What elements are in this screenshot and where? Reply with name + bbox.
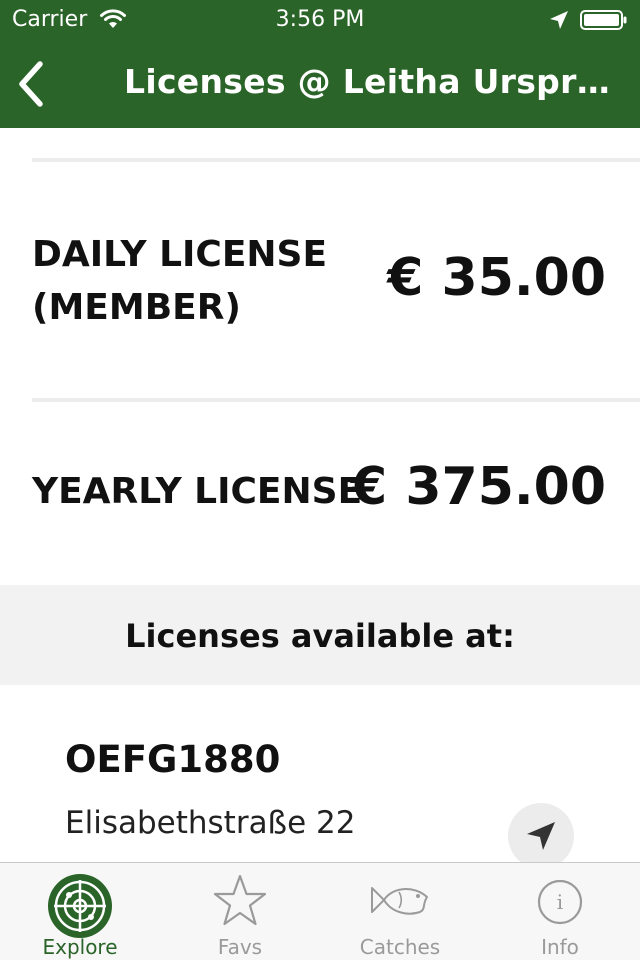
shop-street: Elisabethstraße 22	[65, 805, 356, 841]
license-price: € 35.00	[387, 248, 606, 308]
navigation-arrow-icon	[527, 822, 555, 850]
svg-text:i: i	[557, 890, 563, 914]
tab-catches[interactable]: Catches	[320, 863, 480, 960]
battery-full-icon	[580, 10, 627, 30]
tab-bar: Explore Favs Catches i Info	[0, 862, 640, 960]
tab-info[interactable]: i Info	[480, 863, 640, 960]
location-arrow-icon	[550, 11, 568, 29]
section-title: Licenses available at:	[125, 617, 515, 655]
navigate-button[interactable]	[508, 803, 574, 869]
star-icon	[213, 874, 267, 926]
chevron-left-icon	[19, 61, 43, 107]
section-header: Licenses available at:	[0, 585, 640, 685]
tab-label: Favs	[217, 935, 263, 959]
tab-label: Catches	[359, 935, 441, 959]
license-name: YEARLY LICENSE	[32, 471, 363, 512]
header: Carrier 3:56 PM Licenses @ Leitha Urspru…	[0, 0, 640, 128]
back-button[interactable]	[10, 58, 60, 110]
license-name-line-1: DAILY LICENSE	[32, 234, 328, 275]
license-row-yearly: YEARLY LICENSE € 375.00	[0, 402, 640, 585]
tab-label: Info	[541, 935, 579, 959]
license-name-line-2: (MEMBER)	[32, 287, 241, 328]
radar-icon	[48, 874, 112, 938]
license-name: DAILY LICENSE (MEMBER)	[32, 228, 327, 334]
license-price: € 375.00	[351, 457, 606, 517]
tab-favs[interactable]: Favs	[160, 863, 320, 960]
tab-explore[interactable]: Explore	[0, 863, 160, 960]
status-bar: Carrier 3:56 PM	[0, 0, 640, 40]
tab-label: Explore	[42, 935, 118, 959]
license-row-daily: DAILY LICENSE (MEMBER) € 35.00	[0, 162, 640, 398]
info-icon: i	[537, 879, 583, 925]
navigation-bar: Licenses @ Leitha Ursprung…	[0, 40, 640, 128]
fish-icon	[371, 887, 428, 915]
shop-name: OEFG1880	[65, 738, 281, 781]
clock: 3:56 PM	[275, 7, 365, 32]
page-title: Licenses @ Leitha Ursprung…	[124, 62, 614, 101]
